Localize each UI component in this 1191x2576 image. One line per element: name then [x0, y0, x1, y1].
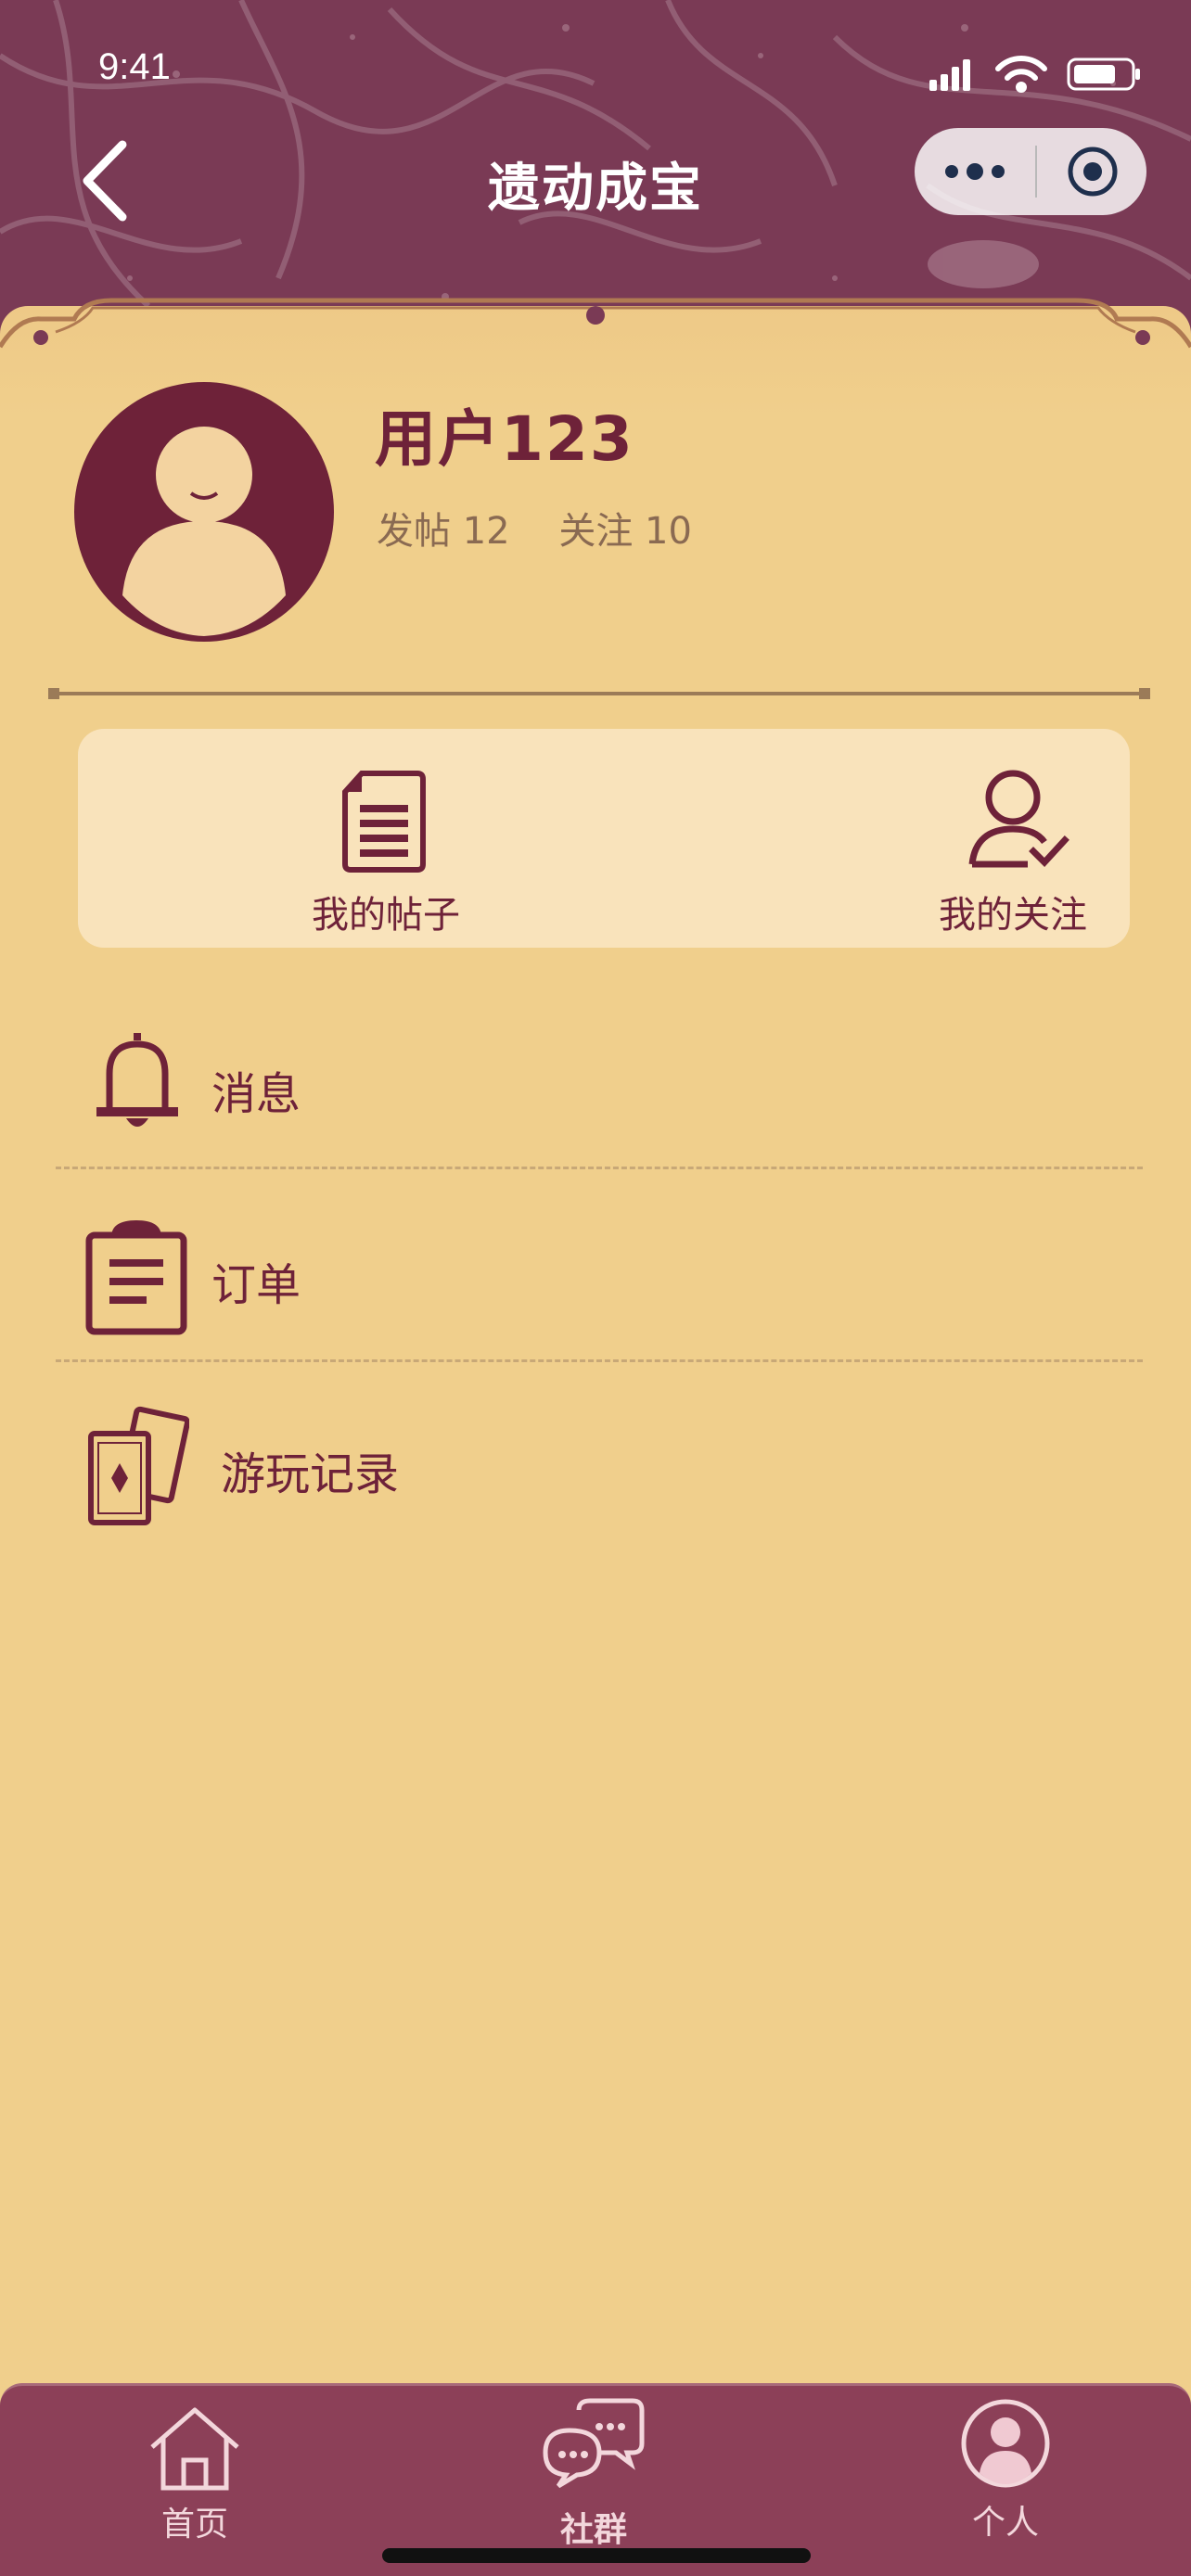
quick-actions-panel: 我的帖子 我的关注: [78, 729, 1130, 948]
person-icon: [961, 2399, 1050, 2488]
signal-icon: [929, 59, 970, 91]
tab-me-label: 个人: [971, 2504, 1039, 2542]
more-icon[interactable]: [942, 162, 1007, 181]
tab-home[interactable]: 首页: [93, 2386, 297, 2553]
my-posts-button[interactable]: 我的帖子: [247, 729, 525, 948]
document-icon: [342, 771, 426, 873]
menu-divider: [56, 1167, 1143, 1169]
my-posts-label: 我的帖子: [312, 894, 460, 937]
menu-label-play-history: 游玩记录: [221, 1448, 400, 1500]
status-time: 9:41: [98, 46, 171, 87]
tab-home-label: 首页: [160, 2506, 228, 2544]
username: 用户123: [375, 403, 634, 475]
my-follows-button[interactable]: 我的关注: [874, 729, 1152, 948]
home-indicator: [382, 2548, 811, 2563]
home-icon: [150, 2407, 239, 2491]
menu-item-messages[interactable]: 消息: [56, 992, 1141, 1178]
tab-social[interactable]: 社群: [492, 2386, 696, 2553]
battery-icon: [1067, 57, 1140, 91]
following-count[interactable]: 关注 10: [558, 510, 692, 553]
bell-icon: [96, 1033, 178, 1127]
menu-label-messages: 消息: [211, 1068, 301, 1120]
posts-count[interactable]: 发帖 12: [377, 510, 510, 553]
tab-social-label: 社群: [559, 2511, 627, 2549]
mini-program-capsule: [915, 128, 1146, 215]
clipboard-icon: [85, 1220, 187, 1335]
close-target-icon[interactable]: [1065, 144, 1121, 199]
menu-item-orders[interactable]: 订单: [56, 1187, 1141, 1372]
profile-stats: 发帖 12 关注 10: [377, 501, 729, 555]
menu-label-orders: 订单: [211, 1259, 301, 1311]
menu-item-play-history[interactable]: 游玩记录: [56, 1382, 1141, 1567]
my-follows-label: 我的关注: [939, 894, 1087, 937]
menu-divider: [56, 1359, 1143, 1362]
chat-bubbles-icon: [543, 2398, 645, 2489]
capsule-divider: [1035, 146, 1037, 198]
cards-icon: [88, 1406, 189, 1525]
tab-bar: 首页 社群 个人: [0, 2383, 1191, 2576]
user-check-icon: [968, 770, 1069, 868]
wifi-icon: [995, 56, 1047, 93]
tab-me[interactable]: 个人: [903, 2386, 1108, 2553]
section-divider: [48, 688, 1150, 699]
avatar[interactable]: [74, 382, 334, 642]
status-icons: [929, 56, 1140, 93]
card-ornament-frame: [0, 298, 1191, 349]
